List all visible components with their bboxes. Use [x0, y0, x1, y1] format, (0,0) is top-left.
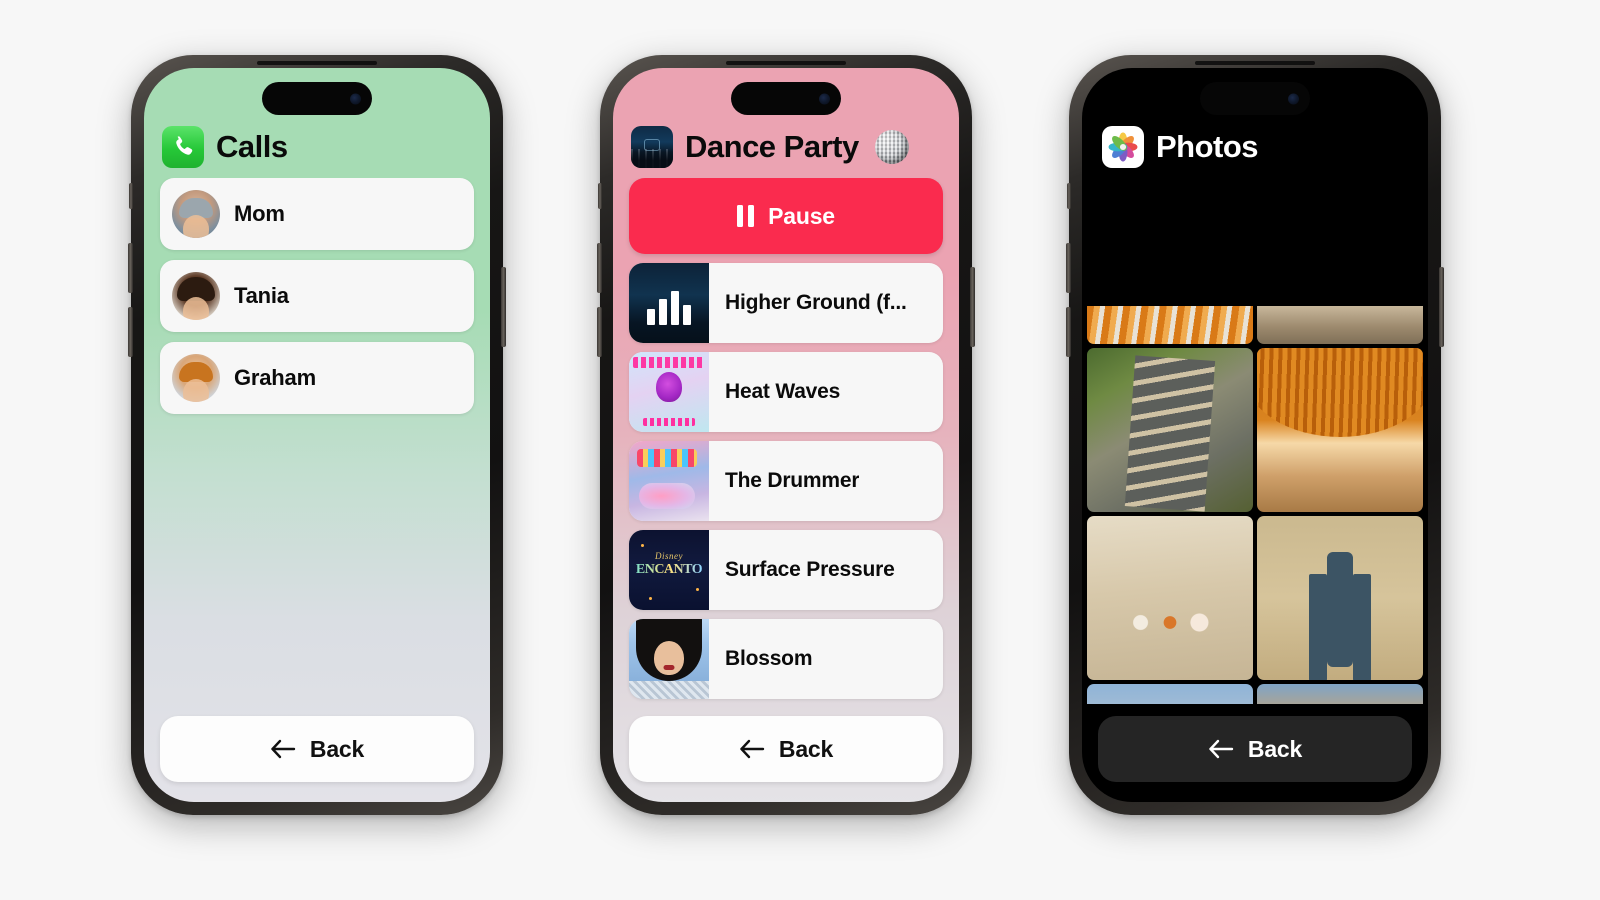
song-row[interactable]: Disney ENCANTO Surface Pressure: [629, 530, 943, 610]
arrow-left-icon: [271, 739, 296, 759]
app-title-photos: Photos: [1156, 129, 1259, 164]
photo-thumbnail[interactable]: [1087, 306, 1253, 344]
phone-app-icon: [162, 126, 204, 168]
art-the-drummer: [629, 441, 709, 521]
disco-ball-emoji: [874, 130, 909, 164]
song-row[interactable]: Heat Waves: [629, 352, 943, 432]
back-button[interactable]: Back: [1098, 716, 1412, 782]
back-button-label: Back: [778, 735, 834, 762]
photo-thumbnail[interactable]: [1257, 516, 1423, 680]
photo-thumbnail[interactable]: [1257, 306, 1423, 344]
front-camera-icon: [1288, 93, 1299, 104]
device-photos: Photos Back: [1066, 55, 1444, 815]
arrow-left-icon: [740, 739, 765, 759]
screen-dance-party: Dance Party Pause Higher Ground (f... He…: [613, 68, 959, 802]
volume-up-button[interactable]: [1066, 243, 1071, 293]
screen-photos: Photos Back: [1082, 68, 1428, 802]
avatar-graham: [172, 354, 220, 402]
volume-down-button[interactable]: [1066, 307, 1071, 357]
contact-name: Mom: [234, 201, 285, 226]
back-button[interactable]: Back: [629, 716, 943, 782]
back-button-label: Back: [309, 735, 365, 762]
avatar-tania: [172, 272, 220, 320]
volume-up-button[interactable]: [128, 243, 133, 293]
arrow-left-icon: [1209, 739, 1234, 759]
front-camera-icon: [819, 93, 830, 104]
avatar-mom: [172, 190, 220, 238]
photo-grid[interactable]: [1082, 180, 1428, 704]
song-title: Higher Ground (f...: [725, 291, 907, 314]
volume-up-button[interactable]: [597, 243, 602, 293]
dynamic-island: [262, 82, 372, 115]
photo-thumbnail[interactable]: [1087, 516, 1253, 680]
pause-icon: [737, 205, 755, 227]
song-title: Heat Waves: [725, 380, 841, 403]
playlist: Pause Higher Ground (f... Heat Waves The…: [613, 178, 959, 704]
silent-switch[interactable]: [598, 183, 602, 209]
silent-switch[interactable]: [1067, 183, 1071, 209]
back-bar: Back: [144, 704, 490, 802]
photo-thumbnail[interactable]: [1087, 348, 1253, 512]
art-heat-waves: [629, 352, 709, 432]
device-dance-party: Dance Party Pause Higher Ground (f... He…: [597, 55, 975, 815]
app-title-calls: Calls: [216, 129, 288, 164]
app-title-dance-party: Dance Party: [685, 129, 859, 164]
pause-button[interactable]: Pause: [629, 178, 943, 254]
front-camera-icon: [350, 93, 361, 104]
dynamic-island: [731, 82, 841, 115]
song-row[interactable]: Blossom: [629, 619, 943, 699]
device-calls: Calls Mom Tania Graham Back: [128, 55, 506, 815]
power-button[interactable]: [501, 267, 506, 347]
screenshot-canvas: Calls Mom Tania Graham Back Dance Party …: [0, 0, 1600, 900]
contact-name: Graham: [234, 365, 316, 390]
pause-button-label: Pause: [768, 202, 835, 229]
photo-thumbnail[interactable]: [1257, 684, 1423, 704]
photos-app-icon: [1102, 126, 1144, 168]
art-higher-ground: [629, 263, 709, 343]
photo-thumbnail[interactable]: [1087, 684, 1253, 704]
art-blossom: [629, 619, 709, 699]
power-button[interactable]: [970, 267, 975, 347]
song-row[interactable]: Higher Ground (f...: [629, 263, 943, 343]
volume-down-button[interactable]: [128, 307, 133, 357]
silent-switch[interactable]: [129, 183, 133, 209]
contact-row-mom[interactable]: Mom: [160, 178, 474, 250]
back-button[interactable]: Back: [160, 716, 474, 782]
back-bar: Back: [613, 704, 959, 802]
song-title: Surface Pressure: [725, 558, 895, 581]
contacts-list: Mom Tania Graham: [144, 178, 490, 704]
volume-down-button[interactable]: [597, 307, 602, 357]
contact-row-graham[interactable]: Graham: [160, 342, 474, 414]
screen-calls: Calls Mom Tania Graham Back: [144, 68, 490, 802]
song-title: Blossom: [725, 647, 813, 670]
song-row[interactable]: The Drummer: [629, 441, 943, 521]
power-button[interactable]: [1439, 267, 1444, 347]
back-bar: Back: [1082, 704, 1428, 802]
photo-thumbnail[interactable]: [1257, 348, 1423, 512]
contact-row-tania[interactable]: Tania: [160, 260, 474, 332]
art-encanto: Disney ENCANTO: [629, 530, 709, 610]
dynamic-island: [1200, 82, 1310, 115]
contact-name: Tania: [234, 283, 289, 308]
album-art-icon: [631, 126, 673, 168]
back-button-label: Back: [1247, 735, 1303, 762]
song-title: The Drummer: [725, 469, 860, 492]
